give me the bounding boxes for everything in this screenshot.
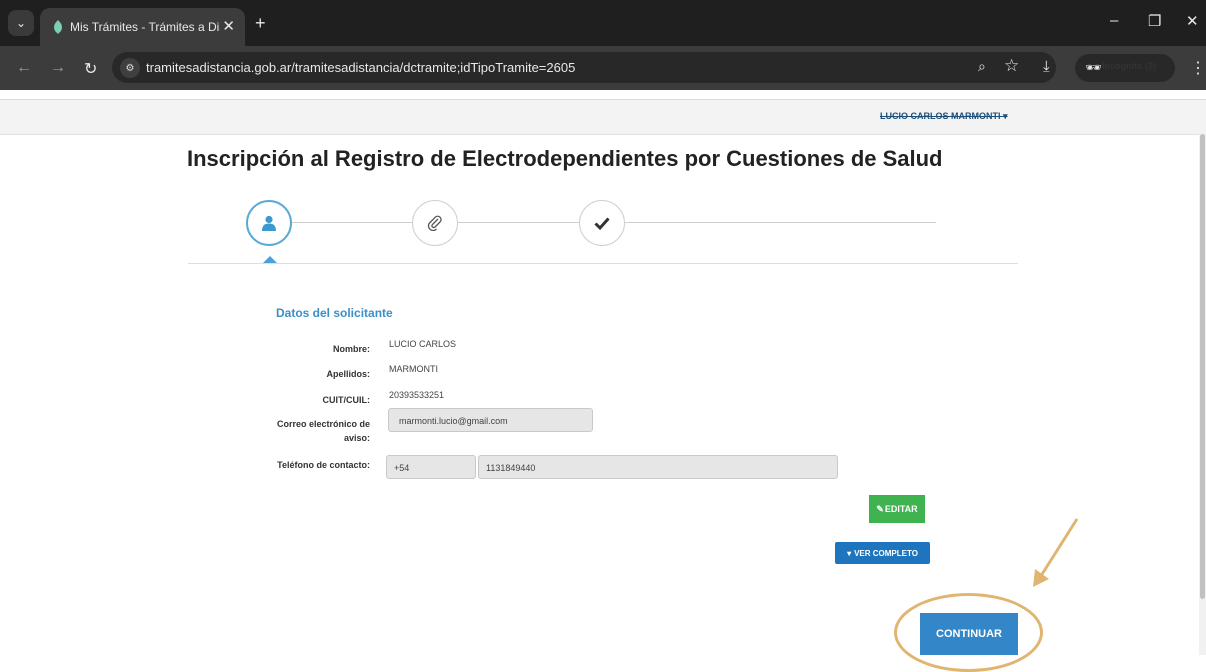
tab-search-chevron-icon[interactable]: ⌄ bbox=[8, 10, 34, 36]
cuit-value: 20393533251 bbox=[389, 390, 445, 400]
progress-stepper bbox=[188, 200, 1018, 266]
active-step-caret-icon bbox=[263, 256, 277, 263]
apellidos-label: Apellidos: bbox=[326, 369, 370, 379]
ver-completo-button[interactable]: ▾ VER COMPLETO bbox=[835, 542, 930, 564]
back-icon[interactable]: ← bbox=[16, 59, 32, 77]
edit-icon: ✎ bbox=[876, 503, 884, 514]
caret-down-icon: ▾ bbox=[847, 548, 852, 558]
browser-tab-strip: ⌄ Mis Trámites - Trámites a Distan ✕ + –… bbox=[0, 0, 1206, 46]
highlight-ellipse bbox=[894, 593, 1043, 672]
reload-icon[interactable]: ↻ bbox=[84, 59, 97, 79]
window-close-icon[interactable]: ✕ bbox=[1186, 12, 1199, 30]
step-datos[interactable] bbox=[246, 200, 292, 246]
browser-menu-icon[interactable]: ⋮ bbox=[1190, 58, 1206, 78]
paperclip-icon bbox=[427, 215, 442, 231]
zoom-icon[interactable]: ⌕ bbox=[978, 58, 986, 75]
step-confirmacion[interactable] bbox=[579, 200, 625, 246]
section-title: Datos del solicitante bbox=[276, 306, 393, 320]
email-field[interactable]: marmonti.lucio@gmail.com bbox=[388, 408, 593, 432]
forward-icon[interactable]: → bbox=[50, 59, 66, 77]
correo-label-line1: Correo electrónico de bbox=[276, 419, 370, 429]
minimize-icon[interactable]: – bbox=[1110, 12, 1118, 29]
page-title: Inscripción al Registro de Electrodepend… bbox=[187, 146, 943, 171]
cuit-label: CUIT/CUIL: bbox=[322, 395, 371, 405]
site-header: LUCIO CARLOS MARMONTI ▾ bbox=[0, 99, 1206, 135]
phone-number-field[interactable]: 1131849440 bbox=[478, 455, 838, 479]
editar-label: EDITAR bbox=[884, 504, 918, 514]
new-tab-button[interactable]: + bbox=[255, 13, 266, 34]
nombre-value: LUCIO CARLOS bbox=[389, 339, 457, 349]
download-icon[interactable]: ⤓ bbox=[1043, 58, 1050, 75]
site-favicon-icon bbox=[54, 20, 62, 34]
editar-button[interactable]: ✎ EDITAR bbox=[869, 495, 925, 523]
phone-prefix-field[interactable]: +54 bbox=[386, 455, 476, 479]
tab-title: Mis Trámites - Trámites a Distan bbox=[70, 20, 220, 34]
address-bar[interactable]: ⚙ tramitesadistancia.gob.ar/tramitesadis… bbox=[112, 52, 1056, 83]
apellidos-value: MARMONTI bbox=[389, 364, 438, 374]
site-info-icon[interactable]: ⚙ bbox=[120, 58, 140, 78]
nombre-label: Nombre: bbox=[332, 344, 370, 354]
url-text[interactable]: tramitesadistancia.gob.ar/tramitesadista… bbox=[146, 60, 575, 75]
browser-toolbar: ← → ↻ ⚙ tramitesadistancia.gob.ar/tramit… bbox=[0, 46, 1206, 90]
checkmark-icon bbox=[594, 217, 610, 231]
restore-icon[interactable]: ❐ bbox=[1148, 12, 1161, 30]
stepper-baseline bbox=[188, 263, 1018, 264]
scrollbar-thumb[interactable] bbox=[1200, 134, 1205, 599]
annotation-arrow-icon bbox=[1033, 518, 1079, 587]
browser-tab[interactable]: Mis Trámites - Trámites a Distan ✕ bbox=[40, 8, 245, 46]
tab-close-icon[interactable]: ✕ bbox=[222, 17, 235, 35]
user-icon bbox=[262, 215, 276, 231]
ver-completo-label: VER COMPLETO bbox=[854, 548, 918, 558]
bookmark-star-icon[interactable]: ☆ bbox=[1004, 56, 1019, 76]
incognito-badge[interactable]: 🕶 Incógnito (2) bbox=[1075, 54, 1175, 82]
telefono-label: Teléfono de contacto: bbox=[277, 460, 370, 470]
incognito-label: Incógnito (2) bbox=[1102, 61, 1156, 71]
incognito-icon: 🕶 bbox=[1085, 60, 1102, 75]
step-adjuntos[interactable] bbox=[412, 200, 458, 246]
correo-label-line2: aviso: bbox=[343, 433, 370, 443]
user-menu[interactable]: LUCIO CARLOS MARMONTI ▾ bbox=[880, 111, 1008, 122]
